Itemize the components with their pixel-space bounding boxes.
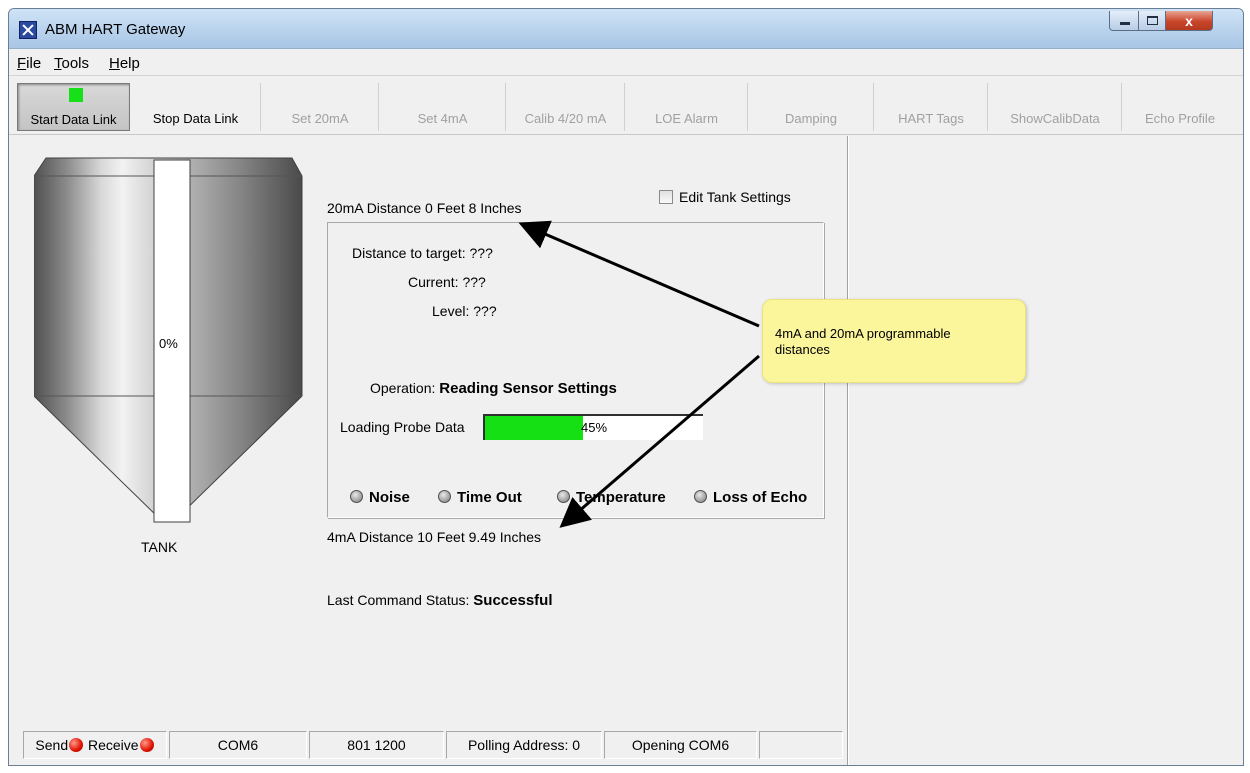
start-data-link-button[interactable]: Start Data Link (17, 83, 130, 131)
operation-label: Operation: (370, 380, 436, 396)
menu-tools[interactable]: Tools (54, 55, 89, 72)
empty-status-cell (759, 731, 843, 759)
last-command-value: Successful (473, 592, 553, 609)
noise-indicator: Noise (350, 489, 410, 506)
panel-divider (847, 136, 849, 765)
level-value: ??? (473, 303, 497, 319)
loss-of-echo-label: Loss of Echo (713, 489, 808, 506)
loading-probe-data-label: Loading Probe Data (340, 419, 465, 435)
port-cell: COM6 (169, 731, 307, 759)
stop-data-link-label: Stop Data Link (152, 111, 239, 126)
current-value: ??? (462, 274, 486, 290)
annotation-callout: 4mA and 20mA programmable distances (762, 299, 1026, 383)
close-button[interactable]: x (1165, 11, 1213, 31)
temperature-indicator: Temperature (557, 489, 666, 506)
show-calib-data-label: ShowCalibData (1010, 111, 1100, 126)
send-receive-cell: Send Receive (23, 731, 167, 759)
comm-settings-cell: 801 1200 (309, 731, 444, 759)
distance-20ma: 20mA Distance 0 Feet 8 Inches (327, 200, 522, 216)
temperature-led-icon (557, 490, 570, 503)
level-label: Level: (432, 303, 470, 319)
last-command-status: Last Command Status: Successful (327, 592, 553, 609)
title-bar[interactable]: ABM HART Gateway x (9, 9, 1243, 49)
maximize-button[interactable] (1138, 11, 1166, 31)
window-title: ABM HART Gateway (45, 21, 186, 38)
edit-tank-settings-label: Edit Tank Settings (679, 189, 791, 205)
level-row: Level: ??? (432, 303, 497, 319)
hart-tags-label: HART Tags (898, 111, 964, 126)
progress-text: 45% (581, 420, 608, 435)
distance-to-target-value: ??? (469, 245, 493, 261)
operation-status: Operation: Reading Sensor Settings (370, 380, 617, 397)
receive-label: Receive (88, 737, 139, 753)
start-data-link-label: Start Data Link (30, 112, 117, 127)
time-out-led-icon (438, 490, 451, 503)
sensor-info-group: Distance to target: ??? Current: ??? Lev… (327, 222, 824, 518)
status-bar: Send Receive COM6 801 1200 Polling Addre… (9, 727, 849, 761)
main-panel: 0% TANK Edit Tank Settings 20mA Distance… (9, 136, 847, 736)
last-command-label: Last Command Status: (327, 592, 470, 608)
checkbox-box[interactable] (659, 190, 673, 204)
app-window: ABM HART Gateway x File Tools Help Start… (8, 8, 1244, 766)
receive-led-icon (139, 738, 154, 752)
set-20ma-label: Set 20mA (291, 111, 349, 126)
tank-level-text: 0% (159, 336, 178, 351)
loss-of-echo-indicator: Loss of Echo (694, 489, 807, 506)
loss-of-echo-led-icon (694, 490, 707, 503)
tank-label: TANK (141, 539, 178, 555)
maximize-icon (1147, 16, 1158, 25)
distance-to-target-label: Distance to target: (352, 245, 466, 261)
operation-value: Reading Sensor Settings (439, 380, 617, 397)
toolbar: Start Data Link Stop Data Link Set 20mA … (9, 77, 1243, 135)
hart-tags-button[interactable]: HART Tags (875, 83, 988, 131)
echo-profile-label: Echo Profile (1144, 111, 1216, 126)
stop-data-link-button[interactable]: Stop Data Link (131, 83, 261, 131)
show-calib-data-button[interactable]: ShowCalibData (989, 83, 1122, 131)
echo-profile-button[interactable]: Echo Profile (1123, 83, 1237, 131)
noise-label: Noise (369, 489, 410, 506)
loe-alarm-button[interactable]: LOE Alarm (626, 83, 748, 131)
progress-fill (485, 416, 584, 440)
menu-bar: File Tools Help (9, 50, 1243, 76)
loe-alarm-label: LOE Alarm (655, 111, 718, 126)
callout-text: 4mA and 20mA programmable distances (775, 326, 951, 357)
send-label: Send (35, 737, 69, 753)
noise-led-icon (350, 490, 363, 503)
tank-graphic: 0% (34, 157, 303, 523)
distance-4ma: 4mA Distance 10 Feet 9.49 Inches (327, 529, 542, 545)
polling-address-cell: Polling Address: 0 (446, 731, 602, 759)
menu-file[interactable]: File (17, 55, 41, 72)
app-logo-icon (19, 21, 37, 39)
edit-tank-settings-checkbox[interactable]: Edit Tank Settings (659, 189, 791, 205)
damping-button[interactable]: Damping (749, 83, 874, 131)
current-label: Current: (408, 274, 459, 290)
set-4ma-label: Set 4mA (417, 111, 468, 126)
close-icon: x (1185, 13, 1193, 29)
time-out-indicator: Time Out (438, 489, 522, 506)
menu-help[interactable]: Help (109, 55, 140, 72)
distance-to-target-row: Distance to target: ??? (352, 245, 493, 261)
set-20ma-button[interactable]: Set 20mA (262, 83, 379, 131)
send-led-icon (69, 738, 84, 752)
set-4ma-button[interactable]: Set 4mA (380, 83, 506, 131)
temperature-label: Temperature (576, 489, 666, 506)
time-out-label: Time Out (457, 489, 522, 506)
link-status-indicator (69, 88, 83, 102)
calib-4-20ma-button[interactable]: Calib 4/20 mA (507, 83, 625, 131)
current-row: Current: ??? (408, 274, 486, 290)
minimize-icon (1120, 22, 1130, 25)
loading-progress-bar: 45% (483, 414, 703, 440)
minimize-button[interactable] (1109, 11, 1139, 31)
connection-status-cell: Opening COM6 (604, 731, 757, 759)
calib-4-20ma-label: Calib 4/20 mA (524, 111, 607, 126)
damping-label: Damping (784, 111, 838, 126)
